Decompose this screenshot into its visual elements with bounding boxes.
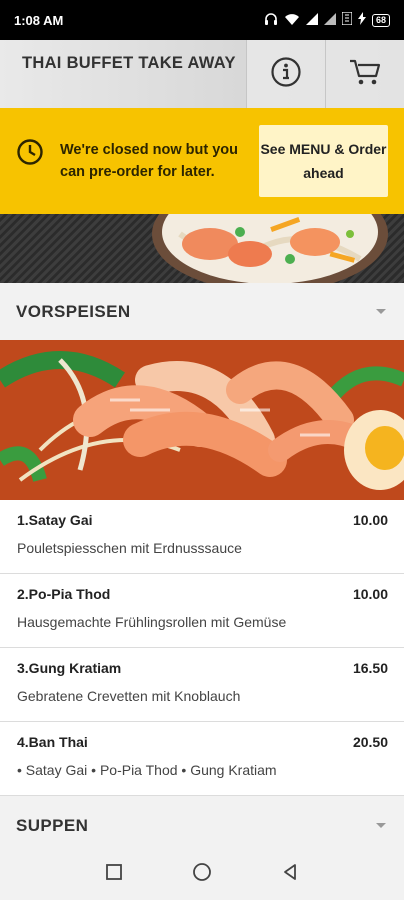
charging-icon bbox=[357, 12, 366, 28]
status-bar: 1:08 AM 68 bbox=[0, 0, 404, 40]
menu-item-price: 10.00 bbox=[352, 512, 388, 528]
menu-list: 1.Satay Gai 10.00 Pouletspiesschen mit E… bbox=[0, 500, 404, 796]
menu-item-description: Gebratene Crevetten mit Knoblauch bbox=[17, 688, 241, 704]
menu-item[interactable]: 2.Po-Pia Thod 10.00 Hausgemachte Frühlin… bbox=[0, 574, 404, 648]
menu-item-price: 20.50 bbox=[352, 734, 388, 750]
section-header-suppen[interactable]: SUPPEN bbox=[0, 797, 404, 854]
see-menu-order-ahead-button[interactable]: See MENU & Order ahead bbox=[259, 125, 388, 197]
signal-icon bbox=[323, 12, 336, 28]
headphones-icon bbox=[264, 12, 278, 29]
menu-item-description: Hausgemachte Frühlingsrollen mit Gemüse bbox=[17, 614, 287, 630]
data-icon bbox=[341, 11, 353, 28]
app-header: THAI BUFFET TAKE AWAY bbox=[0, 40, 404, 108]
menu-item[interactable]: 1.Satay Gai 10.00 Pouletspiesschen mit E… bbox=[0, 500, 404, 574]
triangle-back-icon[interactable] bbox=[281, 863, 299, 886]
menu-item-name: 2.Po-Pia Thod bbox=[17, 586, 111, 602]
header-food-image bbox=[0, 214, 404, 283]
battery-icon: 68 bbox=[371, 13, 390, 27]
closed-banner: We're closed now but you can pre-order f… bbox=[0, 108, 404, 214]
signal-icon bbox=[305, 12, 318, 28]
info-icon bbox=[270, 56, 302, 93]
menu-item-description: • Satay Gai • Po-Pia Thod • Gung Kratiam bbox=[17, 762, 277, 778]
closed-message: We're closed now but you can pre-order f… bbox=[60, 142, 239, 180]
chevron-down-icon bbox=[376, 823, 386, 828]
menu-item[interactable]: 3.Gung Kratiam 16.50 Gebratene Crevetten… bbox=[0, 648, 404, 722]
menu-item-description: Pouletspiesschen mit Erdnusssauce bbox=[17, 540, 242, 556]
system-nav-bar bbox=[0, 849, 404, 900]
cart-icon bbox=[348, 57, 382, 92]
restaurant-title: THAI BUFFET TAKE AWAY bbox=[22, 54, 236, 72]
circle-icon[interactable] bbox=[192, 862, 212, 887]
status-time: 1:08 AM bbox=[14, 12, 64, 28]
section-title: VORSPEISEN bbox=[16, 301, 131, 321]
square-icon[interactable] bbox=[105, 863, 123, 886]
menu-item-name: 1.Satay Gai bbox=[17, 512, 93, 528]
wifi-icon bbox=[284, 12, 300, 29]
chevron-down-icon bbox=[376, 309, 386, 314]
menu-item-name: 3.Gung Kratiam bbox=[17, 660, 122, 676]
section-title: SUPPEN bbox=[16, 815, 89, 835]
menu-item-price: 16.50 bbox=[352, 660, 388, 676]
cart-button[interactable] bbox=[325, 40, 404, 108]
info-button[interactable] bbox=[246, 40, 325, 108]
menu-item-price: 10.00 bbox=[352, 586, 388, 602]
menu-item-name: 4.Ban Thai bbox=[17, 734, 88, 750]
status-icons: 68 bbox=[264, 11, 390, 29]
section-food-image bbox=[0, 340, 404, 500]
section-header-vorspeisen[interactable]: VORSPEISEN bbox=[0, 283, 404, 340]
clock-icon bbox=[16, 138, 44, 166]
menu-item[interactable]: 4.Ban Thai 20.50 • Satay Gai • Po-Pia Th… bbox=[0, 722, 404, 796]
